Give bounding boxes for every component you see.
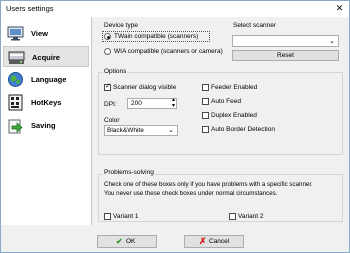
sidebar-item-label: Language [31, 75, 67, 84]
sidebar-item-label: HotKeys [31, 98, 62, 107]
problems-help-line-2: You never use these check boxes under no… [104, 190, 278, 197]
color-label: Color [104, 117, 120, 124]
variant-2-label: Variant 2 [238, 213, 264, 220]
auto-border-detection-checkbox[interactable] [202, 126, 209, 133]
feeder-enabled-label: Feeder Enabled [211, 84, 258, 91]
sidebar-item-language[interactable]: Language [3, 69, 89, 90]
feeder-enabled-checkbox[interactable] [202, 84, 209, 91]
variant-1-checkbox[interactable] [104, 213, 111, 220]
globe-icon [8, 72, 23, 87]
spin-arrows-icon[interactable]: ▴ ▾ [172, 97, 175, 109]
color-select-value: Black&White [107, 127, 144, 134]
twain-radio-label: TWain compatible (scanners) [114, 33, 199, 40]
scanner-select[interactable]: ⌄ [232, 35, 339, 47]
sidebar-item-label: Acquire [32, 53, 60, 62]
save-arrow-icon [8, 119, 23, 134]
sidebar-item-label: Saving [31, 121, 56, 130]
close-icon[interactable]: ✕ [333, 2, 346, 14]
variant-1-label: Variant 1 [113, 213, 139, 220]
problems-help-line-1: Check one of these boxes only if you hav… [104, 181, 313, 188]
sidebar: View Acquire Language HotKeys Saving [1, 17, 92, 225]
acquire-panel: Device type TWain compatible (scanners) … [92, 17, 349, 225]
select-scanner-label: Select scanner [233, 22, 276, 29]
auto-feed-checkbox[interactable] [202, 98, 209, 105]
sidebar-item-label: View [31, 29, 48, 38]
settings-window: Users settings ✕ View Acquire Language H… [0, 0, 350, 253]
sidebar-item-view[interactable]: View [3, 23, 89, 44]
reset-button[interactable]: Reset [232, 50, 339, 61]
wia-radio[interactable] [104, 48, 111, 55]
auto-border-detection-label: Auto Border Detection [211, 126, 275, 133]
scanner-dialog-visible-checkbox[interactable] [104, 82, 111, 91]
chevron-down-icon: ⌄ [329, 38, 335, 45]
ok-button[interactable]: ✔ OK [97, 235, 157, 248]
duplex-enabled-label: Duplex Enabled [211, 112, 257, 119]
cancel-button[interactable]: ✗ Cancel [184, 235, 244, 248]
problems-group-label: Problems-solving [103, 169, 155, 176]
chevron-down-icon: ⌄ [168, 127, 174, 134]
sidebar-item-acquire[interactable]: Acquire [3, 46, 89, 67]
wia-radio-label: WIA compatible (scanners or camera) [114, 48, 223, 55]
title-bar: Users settings ✕ [1, 1, 349, 17]
options-group-label: Options [103, 68, 128, 75]
window-title: Users settings [6, 4, 54, 13]
color-select[interactable]: Black&White ⌄ [104, 125, 178, 136]
keyboard-icon [8, 94, 23, 111]
dpi-stepper[interactable]: 200 ▴ ▾ [127, 97, 177, 109]
x-icon: ✗ [199, 236, 207, 246]
device-type-label: Device type [104, 22, 138, 29]
duplex-enabled-checkbox[interactable] [202, 112, 209, 119]
sidebar-item-saving[interactable]: Saving [3, 115, 89, 136]
check-icon: ✔ [116, 237, 123, 246]
dpi-label: DPI: [104, 101, 117, 108]
monitor-icon [7, 26, 24, 41]
cancel-button-label: Cancel [209, 238, 230, 245]
ok-button-label: OK [126, 238, 136, 245]
variant-2-checkbox[interactable] [229, 213, 236, 220]
sidebar-item-hotkeys[interactable]: HotKeys [3, 92, 89, 113]
button-bar: ✔ OK ✗ Cancel [1, 225, 349, 252]
twain-radio[interactable] [104, 33, 111, 40]
dpi-value: 200 [131, 100, 142, 107]
scanner-dialog-visible-label: Scanner dialog visible [113, 84, 177, 91]
scanner-icon [8, 51, 25, 64]
auto-feed-label: Auto Feed [211, 98, 241, 105]
